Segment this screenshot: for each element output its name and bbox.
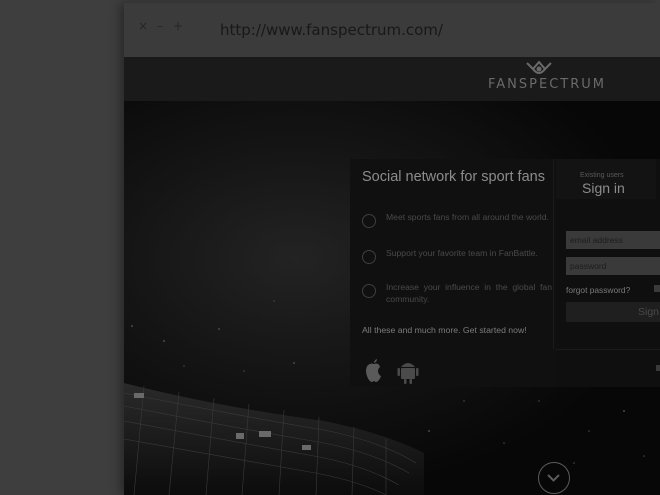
intro-panel: Social network for sport fans Meet sport… bbox=[350, 159, 660, 387]
maximize-window-button[interactable]: + bbox=[173, 20, 183, 32]
signin-button[interactable]: Sign bbox=[566, 302, 660, 322]
site-logo-text[interactable]: FANSPECTRUM bbox=[488, 77, 606, 92]
password-field[interactable] bbox=[566, 257, 660, 275]
hero-section: Social network for sport fans Meet sport… bbox=[124, 101, 660, 495]
panel-title: Social network for sport fans bbox=[362, 169, 545, 185]
browser-titlebar: × – + http://www.fanspectrum.com/ bbox=[124, 3, 660, 57]
small-toggle[interactable] bbox=[656, 365, 660, 371]
email-field[interactable] bbox=[566, 231, 660, 249]
scroll-down-button[interactable] bbox=[538, 462, 570, 494]
existing-users-label: Existing users bbox=[580, 172, 624, 179]
site-header: FANSPECTRUM bbox=[124, 57, 660, 101]
minimize-window-button[interactable]: – bbox=[157, 20, 163, 32]
tab-signin[interactable]: Existing users Sign in bbox=[556, 159, 656, 199]
panel-divider bbox=[553, 159, 554, 349]
signin-form: Existing users Sign in forgot password? … bbox=[556, 159, 660, 387]
feature-text: Increase your influence in the global fa… bbox=[386, 282, 552, 304]
fan-crown-icon bbox=[526, 60, 552, 74]
android-icon[interactable] bbox=[396, 357, 420, 385]
chevron-down-icon bbox=[547, 474, 560, 482]
feature-text: Meet sports fans from all around the wor… bbox=[386, 212, 549, 222]
apple-icon[interactable] bbox=[362, 357, 386, 385]
feature-text: Support your favorite team in FanBattle. bbox=[386, 248, 538, 258]
browser-window: × – + http://www.fanspectrum.com/ FANSPE… bbox=[124, 3, 660, 495]
support-team-icon bbox=[362, 250, 376, 264]
medal-icon bbox=[362, 284, 376, 298]
signin-button-label: Sign bbox=[638, 306, 660, 318]
address-bar[interactable]: http://www.fanspectrum.com/ bbox=[220, 21, 443, 39]
close-window-button[interactable]: × bbox=[138, 20, 148, 32]
cta-text: All these and much more. Get started now… bbox=[362, 325, 527, 335]
divider bbox=[556, 349, 660, 350]
remember-me-checkbox[interactable] bbox=[654, 285, 660, 292]
signin-title: Sign in bbox=[582, 180, 625, 196]
globe-people-icon bbox=[362, 214, 376, 228]
forgot-password-link[interactable]: forgot password? bbox=[566, 285, 630, 295]
